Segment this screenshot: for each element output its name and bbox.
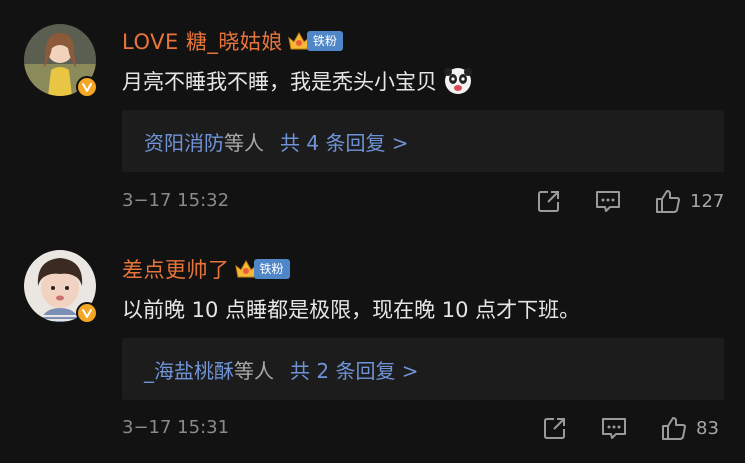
share-button[interactable] [542, 415, 568, 441]
share-icon [544, 418, 565, 439]
comment-icon [596, 191, 620, 212]
reply-etc-label: 等人 [234, 358, 274, 383]
panda-emoji-icon [444, 68, 472, 94]
comment-button[interactable] [594, 188, 622, 214]
verified-badge-icon [76, 302, 98, 324]
comment-meta: 3−17 15:31 83 [122, 415, 727, 443]
comment-text-body: 以前晚 10 点睡都是极限，现在晚 10 点才下班。 [122, 298, 581, 322]
view-replies-link[interactable]: 共 2 条回复 > [290, 355, 419, 384]
comment-button[interactable] [600, 415, 628, 441]
fan-tag: 铁粉 [306, 31, 343, 51]
thumbs-up-icon [656, 190, 680, 213]
fan-tag: 铁粉 [253, 259, 290, 279]
reply-preview[interactable]: _海盐桃酥 等人 共 2 条回复 > [122, 338, 724, 400]
like-button[interactable]: 83 [660, 415, 719, 441]
comment-text: 月亮不睡我不睡，我是秃头小宝贝 [122, 66, 725, 96]
timestamp: 3−17 15:31 [122, 417, 230, 438]
fan-badge: 铁粉 [287, 29, 343, 53]
name-row: 差点更帅了 铁粉 [122, 254, 290, 284]
comment-meta: 3−17 15:32 127 [122, 188, 727, 216]
fan-badge: 铁粉 [234, 257, 290, 281]
name-row: LOVE 糖_晓姑娘 铁粉 [122, 26, 343, 56]
timestamp: 3−17 15:32 [122, 190, 230, 211]
view-replies-link[interactable]: 共 4 条回复 > [280, 127, 409, 156]
like-count: 83 [696, 417, 719, 439]
comment-item: LOVE 糖_晓姑娘 铁粉 月亮不睡我不睡，我是秃头小宝贝 资阳消防 等人 共 … [0, 0, 745, 230]
username[interactable]: LOVE 糖_晓姑娘 [122, 26, 283, 56]
thumbs-up-icon [662, 417, 686, 440]
comment-text: 以前晚 10 点睡都是极限，现在晚 10 点才下班。 [122, 294, 725, 324]
reply-user-link[interactable]: 资阳消防 [144, 127, 224, 156]
share-button[interactable] [536, 188, 562, 214]
reply-etc-label: 等人 [224, 130, 264, 155]
like-count: 127 [690, 190, 725, 212]
reply-user-link[interactable]: _海盐桃酥 [144, 355, 234, 384]
avatar[interactable] [24, 24, 98, 98]
comment-item: 差点更帅了 铁粉 以前晚 10 点睡都是极限，现在晚 10 点才下班。 _海盐桃… [0, 230, 745, 463]
verified-badge-icon [76, 76, 98, 98]
comment-icon [602, 418, 626, 439]
share-icon [538, 191, 559, 212]
reply-preview[interactable]: 资阳消防 等人 共 4 条回复 > [122, 110, 724, 172]
like-button[interactable]: 127 [654, 188, 724, 214]
username[interactable]: 差点更帅了 [122, 254, 230, 284]
avatar[interactable] [24, 250, 98, 324]
comment-text-body: 月亮不睡我不睡，我是秃头小宝贝 [122, 70, 437, 94]
